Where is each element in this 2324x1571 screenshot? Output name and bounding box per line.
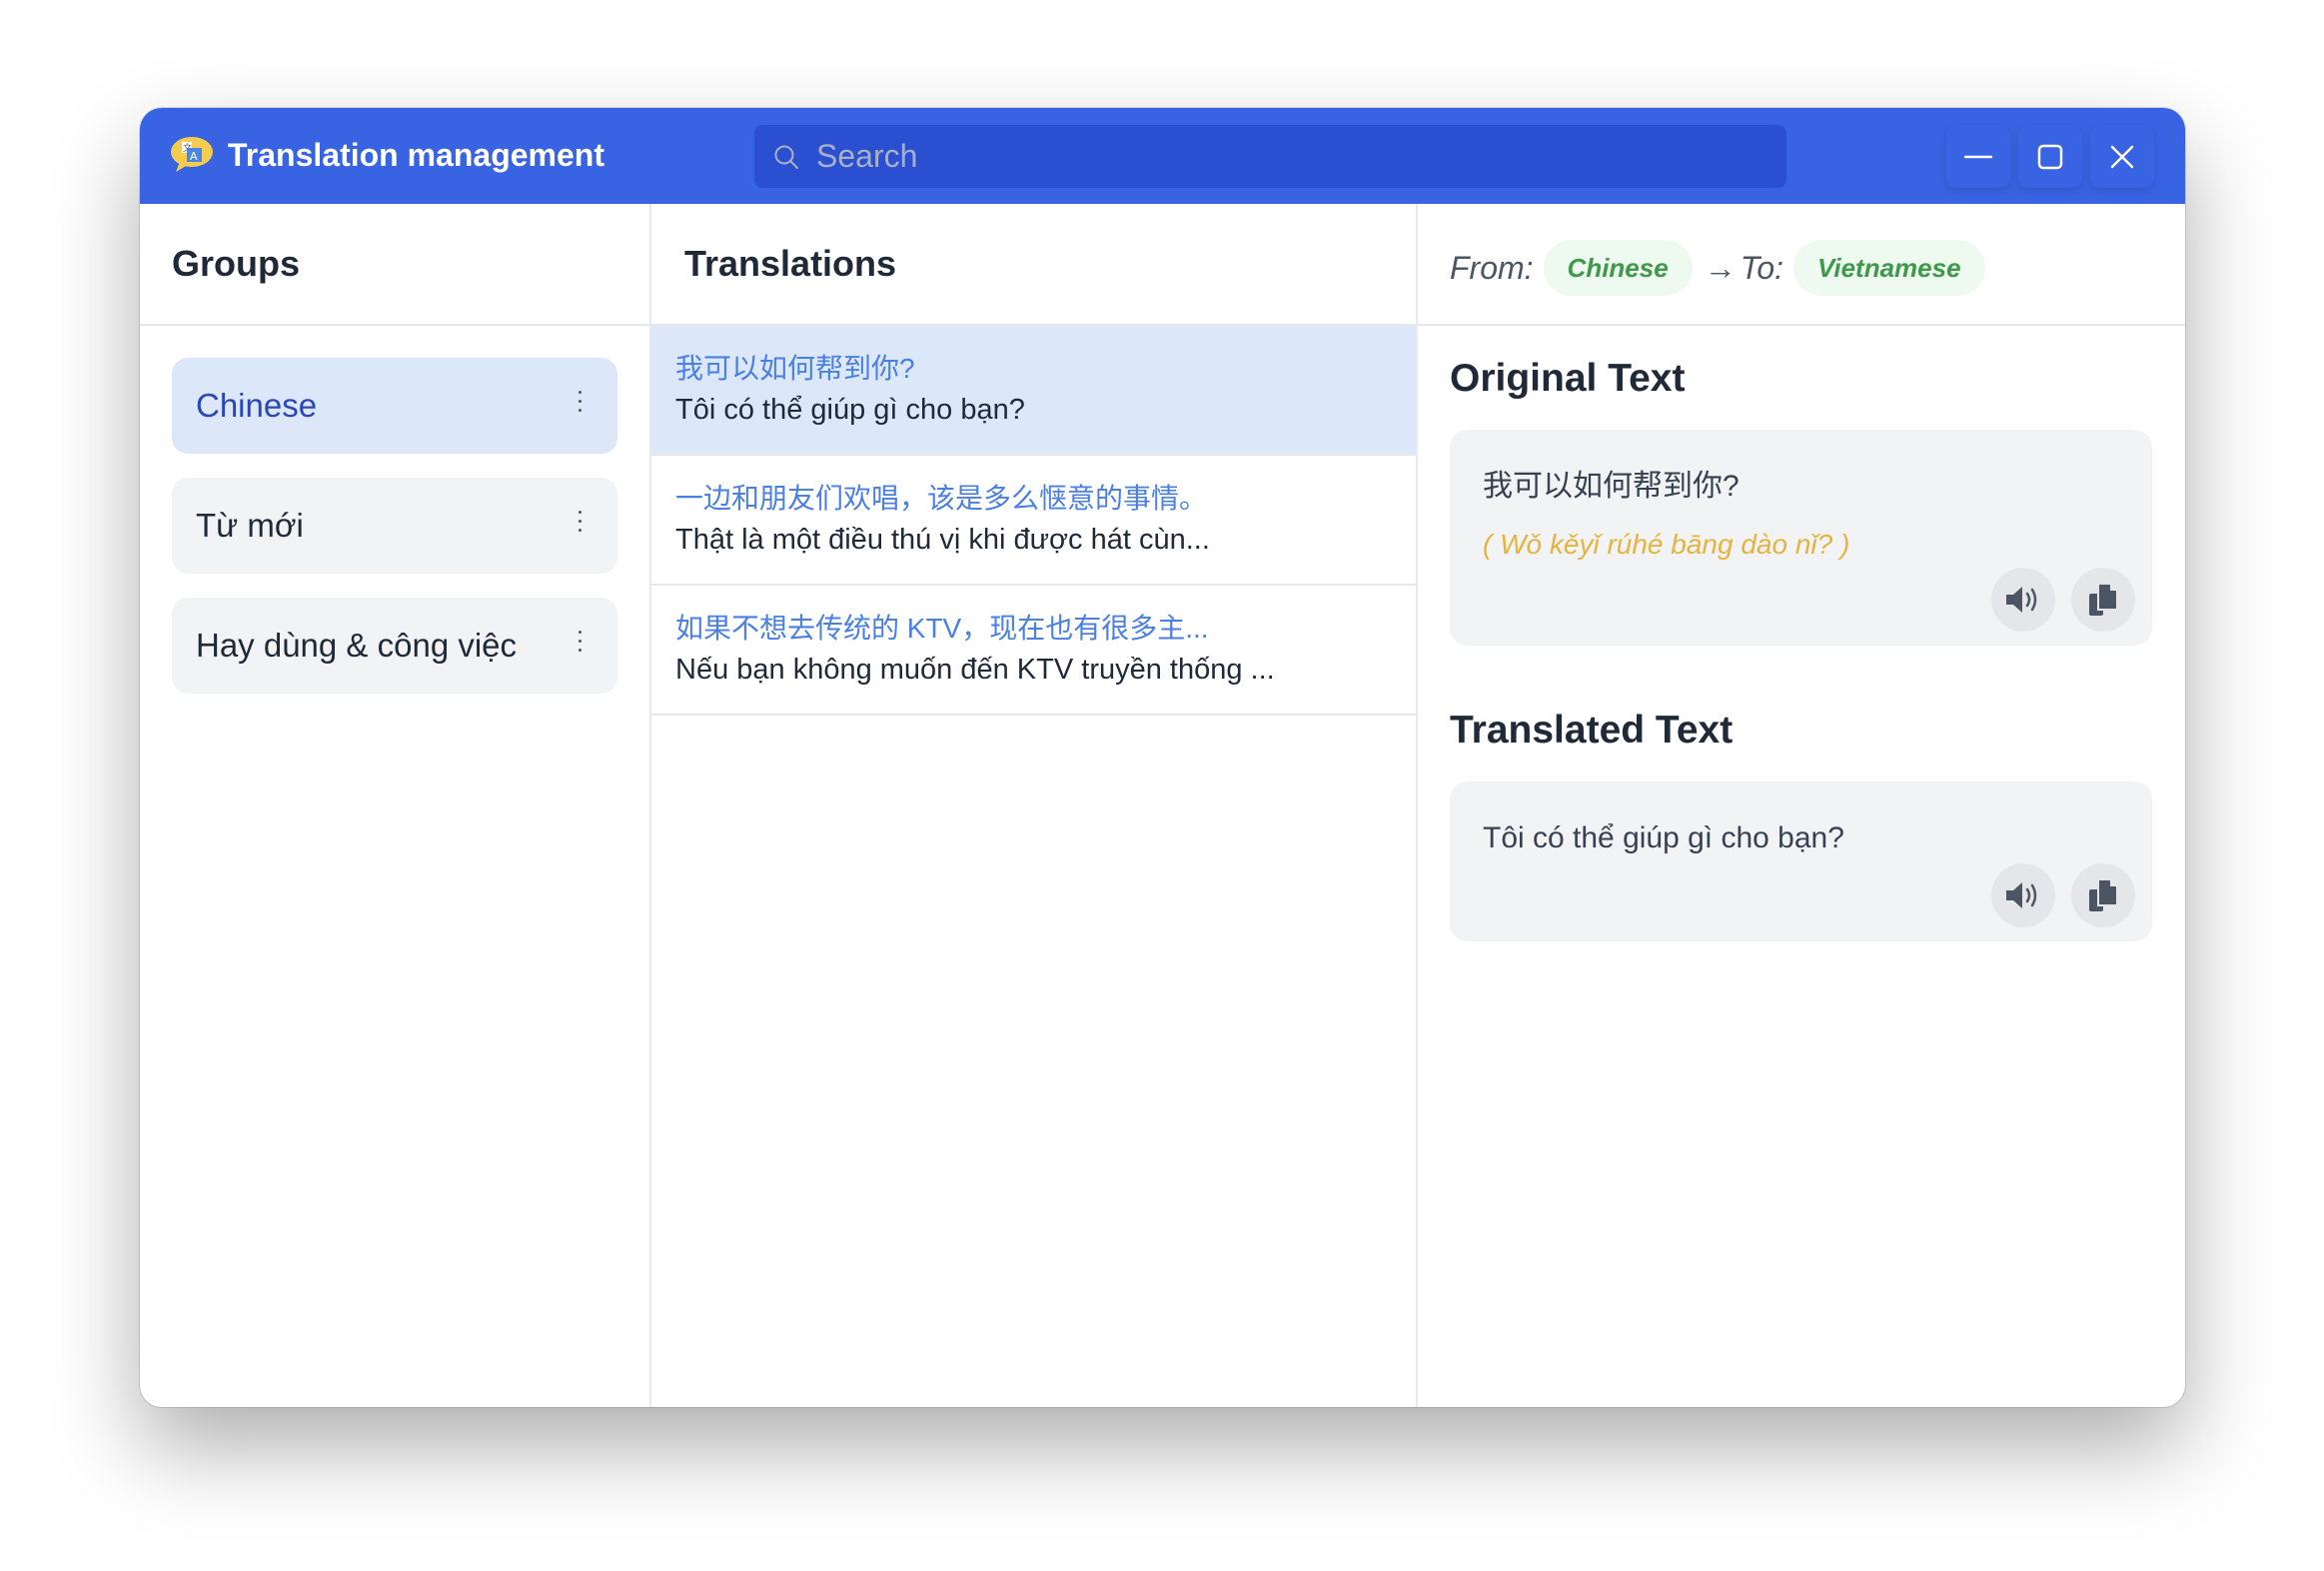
group-label: Hay dùng & công việc [196,627,518,664]
translation-source: 一边和朋友们欢唱，该是多么惬意的事情。 [675,483,1208,514]
speaker-icon [2006,882,2037,908]
search-icon [774,145,798,169]
language-pair: From: Chinese → To: Vietnamese [1450,240,1995,296]
translations-panel: Translations 我可以如何帮到你? Tôi có thể giúp g… [651,204,1418,1407]
translations-header: Translations [651,204,1416,326]
translation-source: 我可以如何帮到你? [675,353,915,384]
copy-button[interactable] [2071,863,2135,927]
translated-text: Tôi có thể giúp gì cho bạn? [1483,821,1844,854]
group-item-hay-dung[interactable]: Hay dùng & công việc [172,598,617,694]
translation-target: Thật là một điều thú vị khi được hát cùn… [675,524,1210,556]
original-text-title: Original Text [1450,357,1686,400]
translation-row[interactable]: 一边和朋友们欢唱，该是多么惬意的事情。 Thật là một điều thú… [651,456,1416,586]
copy-button[interactable] [2071,568,2135,632]
minimize-icon [1963,155,1993,158]
more-options-icon[interactable] [574,508,585,538]
minimize-button[interactable] [1946,125,2010,188]
groups-panel: Groups Chinese Từ mới Hay dùng & công vi… [140,204,651,1407]
speak-button[interactable] [1991,568,2055,632]
from-language-chip[interactable]: Chinese [1543,240,1693,296]
detail-panel: From: Chinese → To: Vietnamese Original … [1418,204,2185,1407]
maximize-icon [2037,144,2063,169]
to-label: To: [1740,249,1783,286]
group-item-tu-moi[interactable]: Từ mới [172,478,617,574]
app-title: Translation management [228,137,604,173]
groups-title: Groups [172,243,301,284]
more-options-icon[interactable] [574,628,585,658]
svg-text:A: A [190,150,198,163]
copy-icon [2089,878,2118,911]
search-input[interactable] [816,125,1765,188]
group-label: Chinese [196,387,318,424]
to-language-chip[interactable]: Vietnamese [1793,240,1985,296]
group-label: Từ mới [196,507,304,544]
translation-target: Tôi có thể giúp gì cho bạn? [675,394,1025,426]
language-header: From: Chinese → To: Vietnamese [1418,204,2185,326]
close-icon [2110,145,2134,168]
maximize-button[interactable] [2018,125,2082,188]
translate-bubble-icon: 文 A [171,137,213,172]
from-label: From: [1450,249,1534,286]
speak-button[interactable] [1991,863,2055,927]
original-text: 我可以如何帮到你? [1483,470,1740,503]
translated-text-title: Translated Text [1450,709,1734,752]
more-options-icon[interactable] [574,388,585,418]
groups-header: Groups [140,204,649,326]
original-text-card: 我可以如何帮到你? ( Wǒ kěyǐ rúhé bāng dào nǐ? ) [1450,430,2152,646]
search-box[interactable] [754,125,1786,188]
app-window: 文 A Translation management [140,108,2185,1407]
translation-row[interactable]: 如果不想去传统的 KTV，现在也有很多主... Nếu bạn không mu… [651,586,1416,716]
pinyin-text: ( Wǒ kěyǐ rúhé bāng dào nǐ? ) [1483,529,1850,560]
arrow-right-icon: → [1704,249,1737,286]
copy-icon [2089,583,2118,616]
speaker-icon [2006,587,2037,613]
translated-text-card: Tôi có thể giúp gì cho bạn? [1450,782,2152,941]
title-bar: 文 A Translation management [140,108,2185,204]
close-button[interactable] [2090,125,2154,188]
translation-source: 如果不想去传统的 KTV，现在也有很多主... [675,613,1209,644]
translation-target: Nếu bạn không muốn đến KTV truyền thống … [675,654,1275,686]
group-item-chinese[interactable]: Chinese [172,358,617,454]
translations-title: Translations [684,243,897,284]
translation-row[interactable]: 我可以如何帮到你? Tôi có thể giúp gì cho bạn? [651,326,1416,456]
